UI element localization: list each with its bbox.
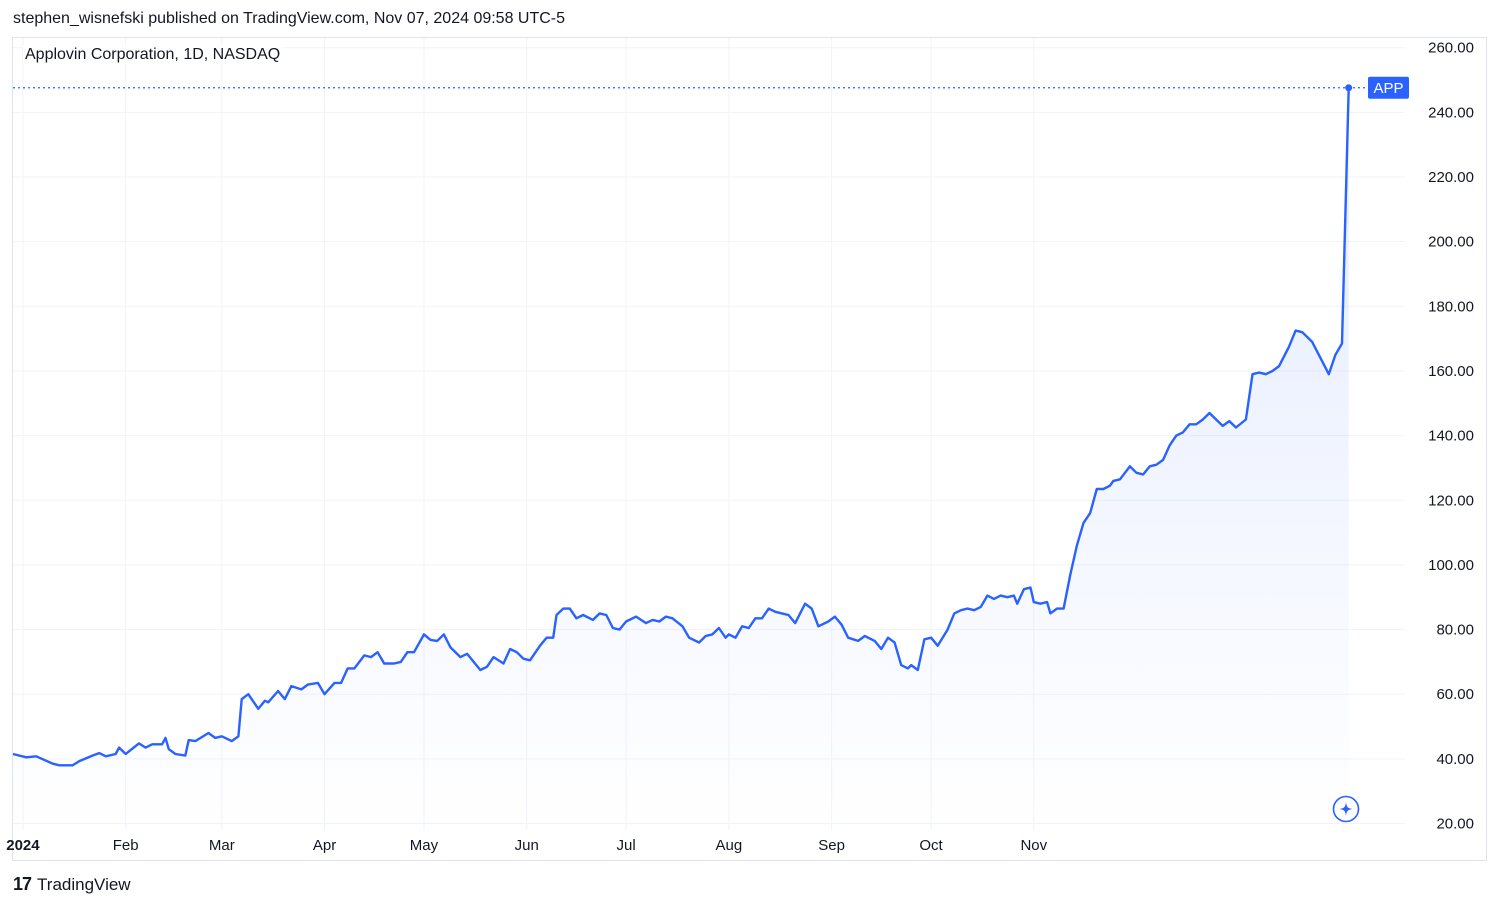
price-label-badge: APP xyxy=(1368,76,1409,99)
y-tick-label: 140.00 xyxy=(1428,428,1474,445)
x-tick-label: Apr xyxy=(313,837,336,854)
tradingview-brand: TradingView xyxy=(37,874,131,894)
symbol-title: Applovin Corporation, 1D, NASDAQ xyxy=(23,46,283,64)
y-tick-label: 260.00 xyxy=(1428,40,1474,57)
x-tick-label: May xyxy=(410,837,439,854)
y-tick-label: 60.00 xyxy=(1436,686,1474,703)
price-axis[interactable]: 260.00 240.00 220.00 200.00 180.00 160.00 140.… xyxy=(1428,40,1474,833)
y-tick-label: 200.00 xyxy=(1428,234,1474,251)
y-tick-label: 220.00 xyxy=(1428,169,1474,186)
y-tick-label: 40.00 xyxy=(1436,751,1474,768)
x-tick-label: Jul xyxy=(617,837,636,854)
y-tick-label: 180.00 xyxy=(1428,298,1474,315)
x-tick-label: Oct xyxy=(919,837,943,854)
price-chart[interactable]: 260.00 240.00 220.00 200.00 180.00 160.00 140.… xyxy=(0,0,1500,907)
tradingview-logo-icon: 17 xyxy=(13,874,32,894)
last-price-point[interactable] xyxy=(1345,84,1353,92)
symbol-badge-text: APP xyxy=(1373,80,1403,97)
x-tick-label: 2024 xyxy=(6,837,40,854)
series-area-fill xyxy=(13,87,1349,831)
y-tick-label: 80.00 xyxy=(1436,622,1474,639)
x-tick-label: Aug xyxy=(716,837,743,854)
y-tick-label: 240.00 xyxy=(1428,104,1474,121)
x-tick-label: Nov xyxy=(1020,837,1047,854)
x-tick-label: Feb xyxy=(113,837,139,854)
y-tick-label: 100.00 xyxy=(1428,557,1474,574)
y-tick-label: 120.00 xyxy=(1428,492,1474,509)
y-tick-label: 160.00 xyxy=(1428,363,1474,380)
y-tick-label: 20.00 xyxy=(1436,816,1474,833)
x-tick-label: Sep xyxy=(818,837,845,854)
time-axis[interactable]: 2024 Feb Mar Apr May Jun Jul Aug Sep Oct Nov xyxy=(6,837,1047,854)
x-tick-label: Jun xyxy=(515,837,539,854)
tradingview-footer[interactable]: 17 TradingView xyxy=(13,874,131,895)
sparkle-button[interactable] xyxy=(1332,795,1360,823)
x-tick-label: Mar xyxy=(209,837,235,854)
